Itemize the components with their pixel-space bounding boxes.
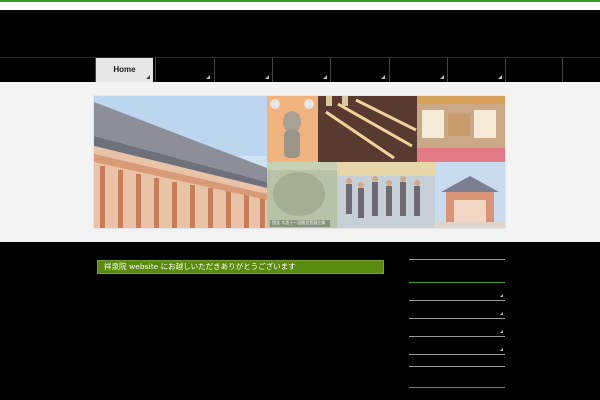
nav-item-home[interactable]: Home [95, 58, 153, 82]
nav-item-6[interactable] [389, 58, 447, 82]
nav-item-7[interactable] [447, 58, 505, 82]
banner-caption: 国宝 木造十一面観音菩薩立像 [272, 220, 326, 225]
corner-arrow-icon [265, 75, 269, 79]
site-header [0, 10, 600, 57]
corner-arrow-icon [498, 75, 502, 79]
sidebar-divider-accent [409, 282, 505, 283]
nav-item-5[interactable] [330, 58, 388, 82]
corner-arrow-icon [440, 75, 444, 79]
sidebar-link-1[interactable] [409, 294, 505, 301]
sidebar-link-2[interactable] [409, 312, 505, 319]
corner-arrow-icon [146, 75, 150, 79]
corner-arrow-icon [500, 294, 503, 297]
nav-item-2[interactable] [155, 58, 213, 82]
top-white-band [0, 2, 600, 10]
corner-arrow-icon [381, 75, 385, 79]
corner-arrow-icon [206, 75, 210, 79]
nav-item-label: Home [113, 65, 136, 74]
banner-collage: 国宝 木造十一面観音菩薩立像 [94, 96, 505, 228]
nav-item-4[interactable] [272, 58, 330, 82]
temple-collage-image [94, 96, 505, 228]
corner-arrow-icon [500, 348, 503, 351]
corner-arrow-icon [500, 330, 503, 333]
welcome-heading: 祥泉院 website にお越しいただきありがとうございます [97, 260, 384, 274]
sidebar-divider-2 [409, 366, 505, 367]
nav-item-3[interactable] [214, 58, 272, 82]
sidebar-divider [409, 259, 505, 260]
nav-item-8[interactable] [505, 58, 563, 82]
sidebar-divider-accent-2 [409, 387, 505, 388]
main-nav: Home [0, 57, 600, 83]
sidebar-link-4[interactable] [409, 348, 505, 355]
corner-arrow-icon [500, 312, 503, 315]
sidebar-link-3[interactable] [409, 330, 505, 337]
welcome-heading-text: 祥泉院 website にお越しいただきありがとうございます [104, 262, 296, 271]
corner-arrow-icon [323, 75, 327, 79]
